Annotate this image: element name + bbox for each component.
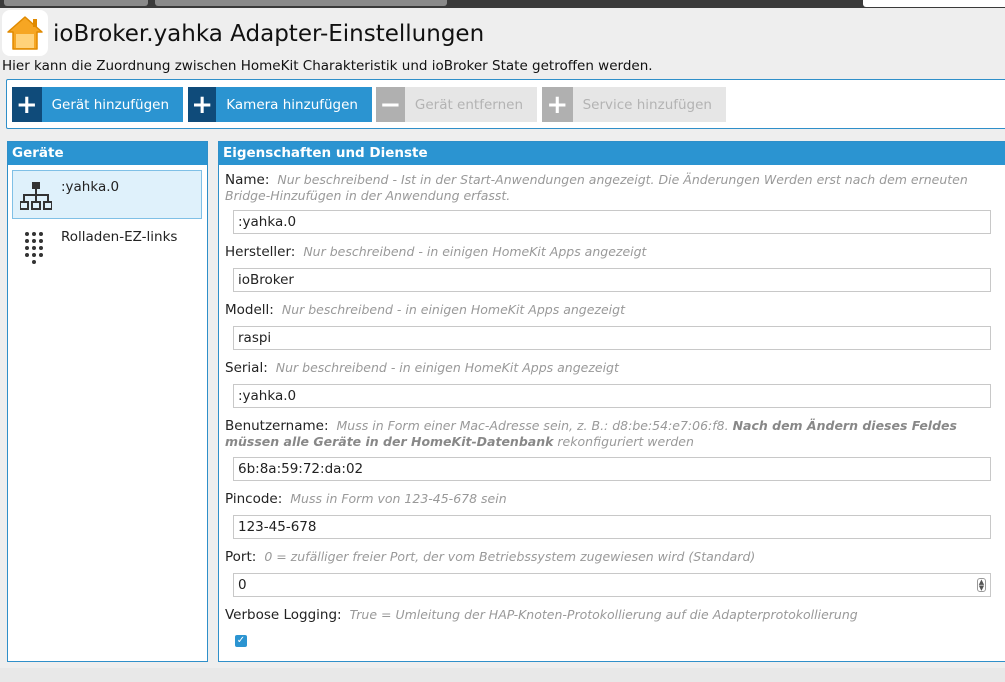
username-input[interactable]: 6b:8a:59:72:da:02 bbox=[233, 457, 991, 481]
username-hint: Muss in Form einer Mac-Adresse sein, z. … bbox=[225, 418, 957, 449]
page-subtitle: Hier kann die Zuordnung zwischen HomeKit… bbox=[2, 58, 653, 74]
add-device-button[interactable]: + Gerät hinzufügen bbox=[12, 87, 183, 122]
serial-hint: Nur beschreibend - in einigen HomeKit Ap… bbox=[275, 360, 619, 375]
devices-header: Geräte bbox=[8, 142, 207, 165]
pincode-label: Pincode: bbox=[225, 491, 283, 507]
name-input[interactable]: :yahka.0 bbox=[233, 210, 991, 234]
manufacturer-label: Hersteller: bbox=[225, 244, 296, 260]
pincode-input[interactable]: 123-45-678 bbox=[233, 515, 991, 539]
name-hint: Nur beschreibend - Ist in der Start-Anwe… bbox=[225, 172, 968, 203]
checkmark-icon: ✓ bbox=[236, 635, 246, 646]
port-value: 0 bbox=[238, 577, 247, 593]
manufacturer-label-row: Hersteller: Nur beschreibend - in einigen… bbox=[225, 244, 646, 260]
name-label-row: Name: Nur beschreibend - Ist in der Start… bbox=[225, 172, 995, 204]
verbose-hint: True = Umleitung der HAP-Knoten-Protokol… bbox=[349, 607, 858, 622]
home-logo-icon bbox=[2, 10, 48, 56]
model-label-row: Modell: Nur beschreibend - in einigen Hom… bbox=[225, 302, 625, 318]
port-input[interactable]: 0 ▲ ▼ bbox=[233, 573, 991, 597]
bottom-bar bbox=[0, 668, 1005, 682]
port-hint: 0 = zufälliger freier Port, der vom Betr… bbox=[264, 549, 756, 564]
manufacturer-hint: Nur beschreibend - in einigen HomeKit Ap… bbox=[303, 244, 647, 259]
verbose-label: Verbose Logging: bbox=[225, 607, 342, 623]
toolbar: + Gerät hinzufügen + Kamera hinzufügen −… bbox=[6, 79, 1005, 129]
browser-tab[interactable] bbox=[4, 0, 148, 6]
properties-panel: Eigenschaften und Dienste Name: Nur besch… bbox=[218, 141, 1005, 662]
add-camera-button[interactable]: + Kamera hinzufügen bbox=[188, 87, 372, 122]
page-title: ioBroker.yahka Adapter-Einstellungen bbox=[53, 21, 485, 47]
pincode-label-row: Pincode: Muss in Form von 123-45-678 sein bbox=[225, 491, 507, 507]
username-label: Benutzername: bbox=[225, 418, 329, 434]
device-item-yahka[interactable]: :yahka.0 bbox=[12, 170, 202, 219]
plus-icon: + bbox=[12, 87, 42, 122]
manufacturer-input[interactable]: ioBroker bbox=[233, 268, 991, 292]
network-hierarchy-icon bbox=[19, 181, 53, 215]
plus-icon: + bbox=[188, 87, 217, 122]
serial-label: Serial: bbox=[225, 360, 268, 376]
browser-tab[interactable] bbox=[155, 0, 447, 6]
remove-device-button[interactable]: − Gerät entfernen bbox=[376, 87, 537, 122]
verbose-label-row: Verbose Logging: True = Umleitung der HAP… bbox=[225, 607, 858, 623]
serial-label-row: Serial: Nur beschreibend - in einigen Hom… bbox=[225, 360, 619, 376]
add-service-button[interactable]: + Service hinzufügen bbox=[542, 87, 726, 122]
minus-icon: − bbox=[376, 87, 405, 122]
browser-tab-active[interactable] bbox=[863, 0, 1005, 7]
device-item-label: Rolladen-EZ-links bbox=[61, 229, 178, 245]
properties-header: Eigenschaften und Dienste bbox=[219, 142, 1005, 165]
dot-grid-icon bbox=[20, 231, 48, 269]
device-item-rolladen[interactable]: Rolladen-EZ-links bbox=[12, 220, 202, 269]
model-input[interactable]: raspi bbox=[233, 326, 991, 350]
model-hint: Nur beschreibend - in einigen HomeKit Ap… bbox=[281, 302, 625, 317]
stepper-arrows-icon[interactable]: ▲ ▼ bbox=[977, 578, 986, 592]
devices-panel: Geräte :yahka.0 Rolladen-EZ-links bbox=[7, 141, 208, 662]
verbose-checkbox[interactable]: ✓ bbox=[235, 635, 247, 647]
serial-input[interactable]: :yahka.0 bbox=[233, 384, 991, 408]
port-label: Port: bbox=[225, 549, 257, 565]
port-label-row: Port: 0 = zufälliger freier Port, der vom… bbox=[225, 549, 755, 565]
username-label-row: Benutzername: Muss in Form einer Mac-Adre… bbox=[225, 418, 995, 450]
browser-top-strip bbox=[0, 0, 1005, 8]
device-item-label: :yahka.0 bbox=[61, 179, 120, 195]
name-label: Name: bbox=[225, 172, 270, 188]
model-label: Modell: bbox=[225, 302, 274, 318]
plus-icon: + bbox=[542, 87, 573, 122]
pincode-hint: Muss in Form von 123-45-678 sein bbox=[290, 491, 507, 506]
